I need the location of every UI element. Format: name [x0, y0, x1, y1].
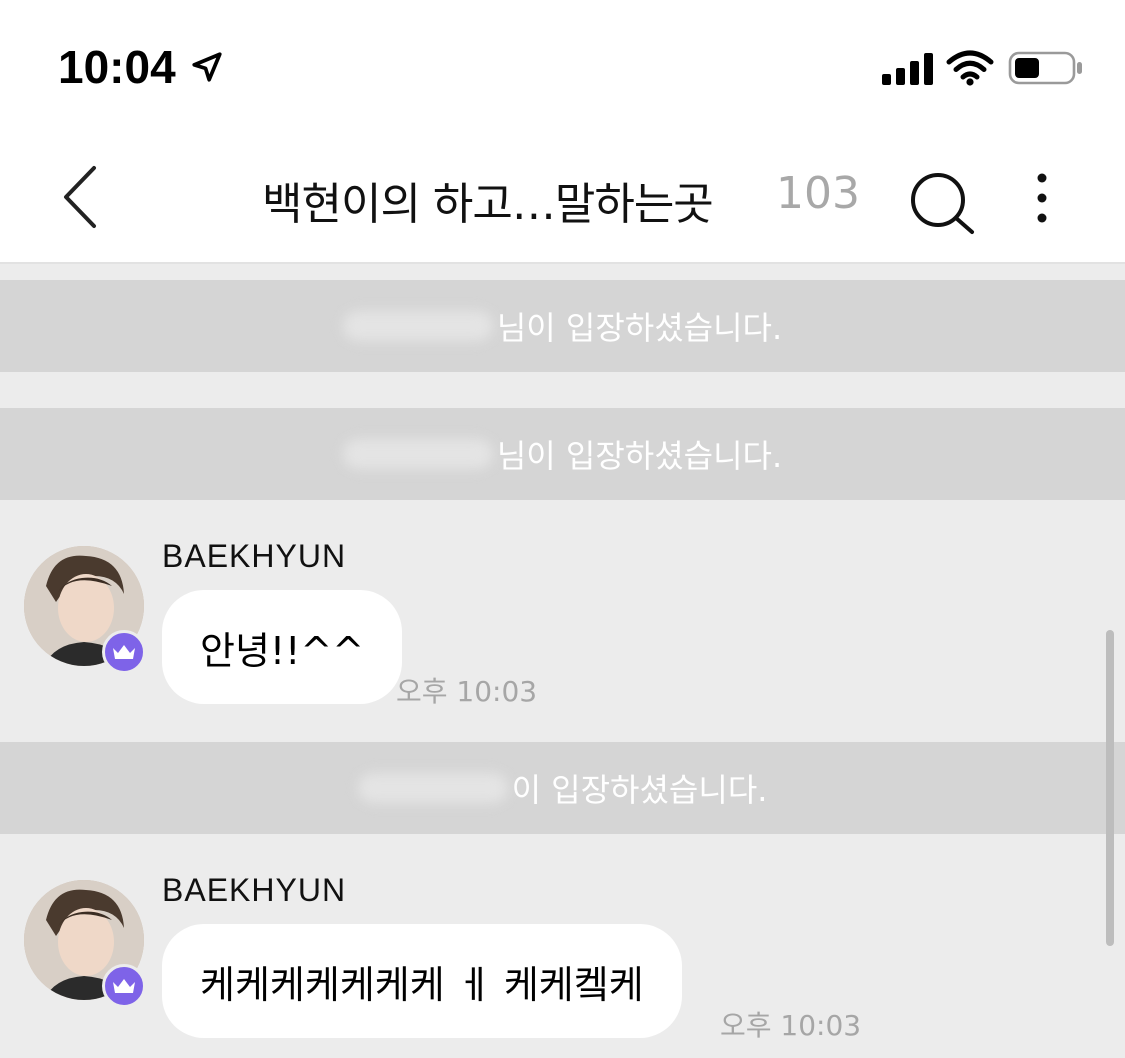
crown-badge	[102, 964, 146, 1008]
entry-notice-text: 님이 입장하셨습니다.	[496, 437, 783, 475]
status-time: 10:04	[58, 41, 176, 93]
battery-icon	[1008, 51, 1082, 85]
chat-messages[interactable]: 님이 입장하셨습니다. 님이 입장하셨습니다. BAEKHYUN 안녕!!^^ …	[0, 264, 1125, 1058]
entry-notice: 님이 입장하셨습니다.	[0, 280, 1125, 372]
location-arrow-icon	[192, 52, 222, 82]
crown-badge	[102, 630, 146, 674]
sender-name: BAEKHYUN	[162, 872, 347, 908]
blurred-username	[342, 311, 493, 341]
chat-room-title: 백현이의 하고…말하는곳	[262, 179, 714, 230]
search-icon[interactable]	[906, 170, 978, 236]
entry-notice: 이 입장하셨습니다.	[0, 742, 1125, 834]
message-bubble[interactable]: 안녕!!^^	[162, 590, 403, 704]
entry-notice-text: 님이 입장하셨습니다.	[496, 309, 783, 347]
entry-notice: 님이 입장하셨습니다.	[0, 408, 1125, 500]
back-chevron-icon[interactable]	[58, 164, 102, 230]
chat-header: 백현이의 하고…말하는곳 103	[0, 130, 1125, 264]
member-count: 103	[776, 168, 860, 219]
scrollbar[interactable]	[1106, 630, 1114, 946]
message-bubble[interactable]: 케케케케케케케 ㅔ 케케켘케	[162, 924, 682, 1038]
message-time: 오후 10:03	[396, 675, 538, 708]
crown-icon	[113, 645, 135, 659]
crown-icon	[113, 979, 135, 993]
status-bar: 10:04	[0, 0, 1125, 130]
more-vertical-icon[interactable]	[1020, 170, 1064, 236]
blurred-username	[342, 439, 493, 469]
cellular-signal-icon	[882, 53, 933, 85]
message-time: 오후 10:03	[720, 1009, 862, 1042]
sender-name: BAEKHYUN	[162, 538, 347, 574]
entry-notice-text: 이 입장하셨습니다.	[511, 771, 768, 809]
wifi-icon	[946, 50, 994, 86]
blurred-username	[357, 773, 508, 803]
